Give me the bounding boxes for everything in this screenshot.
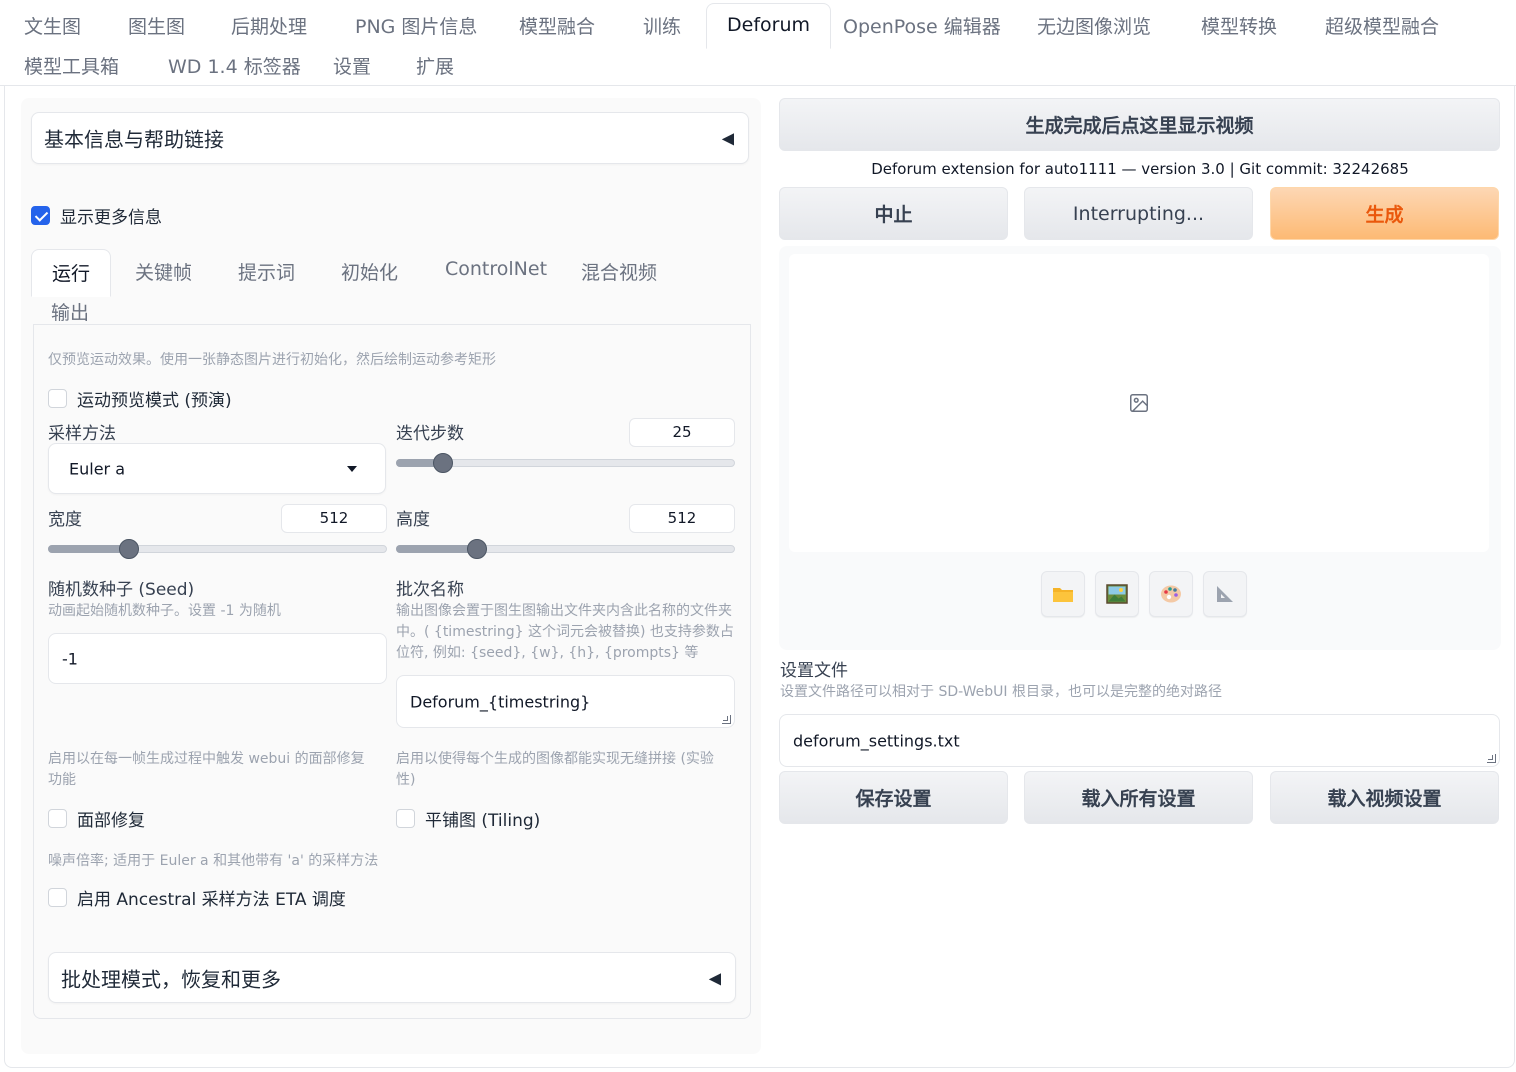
height-label: 高度 [396, 510, 430, 530]
slider-fill [396, 545, 478, 553]
save-settings-button[interactable]: 保存设置 [779, 771, 1008, 824]
subtab-init[interactable]: 初始化 [341, 258, 398, 285]
slider-thumb[interactable] [467, 539, 488, 559]
tiling-label: 平铺图 (Tiling) [425, 811, 541, 831]
checkbox-checked-icon[interactable] [31, 206, 50, 225]
tab-extensions[interactable]: 扩展 [416, 52, 454, 79]
height-number-input[interactable]: 512 [629, 504, 735, 533]
tab-image-browser[interactable]: 无边图像浏览 [1037, 12, 1151, 39]
face-restore-hint: 启用以在每一帧生成过程中触发 webui 的面部修复功能 [48, 751, 365, 788]
settings-file-hint: 设置文件路径可以相对于 SD-WebUI 根目录，也可以是完整的绝对路径 [780, 684, 1222, 700]
motion-preview-checkbox[interactable]: 运动预览模式 (预演) [48, 386, 232, 411]
seed-label: 随机数种子 (Seed) [48, 580, 195, 600]
width-number-input[interactable]: 512 [281, 504, 387, 533]
checkbox-icon[interactable] [48, 389, 67, 408]
interrupt-button[interactable]: Interrupting... [1024, 187, 1253, 240]
face-restore-label: 面部修复 [77, 811, 145, 831]
stop-button[interactable]: 中止 [779, 187, 1008, 240]
chevron-down-icon [347, 465, 357, 472]
batch-name-label: 批次名称 [396, 580, 464, 600]
slider-thumb[interactable] [119, 539, 140, 559]
top-tab-bar: 文生图 图生图 后期处理 PNG 图片信息 模型融合 训练 Deforum Op… [0, 0, 1516, 86]
sampler-value: Euler a [69, 459, 126, 478]
settings-file-label: 设置文件 [780, 661, 848, 681]
resize-handle-icon[interactable] [1487, 754, 1496, 763]
width-label: 宽度 [48, 510, 82, 530]
checkbox-icon[interactable] [48, 809, 67, 828]
subtab-hybrid-video[interactable]: 混合视频 [581, 258, 657, 285]
collapse-arrow-icon: ◀ [708, 968, 721, 987]
deforum-main: 基本信息与帮助链接 ◀ 显示更多信息 运行 关键帧 提示词 初始化 Contro… [4, 86, 1515, 1068]
version-text: Deforum extension for auto1111 — version… [871, 160, 1409, 178]
tab-txt2img[interactable]: 文生图 [24, 12, 81, 39]
seed-value: -1 [62, 649, 78, 668]
image-preview [789, 254, 1489, 552]
seed-input[interactable]: -1 [48, 633, 387, 684]
show-more-info-checkbox[interactable]: 显示更多信息 [31, 203, 162, 228]
tiling-hint: 启用以使得每个生成的图像都能实现无缝拼接 (实验性) [396, 751, 714, 788]
tab-extras[interactable]: 后期处理 [231, 12, 307, 39]
generate-button[interactable]: 生成 [1270, 187, 1499, 240]
palette-icon[interactable] [1149, 571, 1193, 617]
output-gallery [779, 246, 1501, 650]
show-more-info-label: 显示更多信息 [60, 208, 162, 228]
batch-name-value: Deforum_{timestring} [410, 692, 591, 711]
tab-wd14-tagger[interactable]: WD 1.4 标签器 [168, 52, 301, 79]
settings-file-input[interactable]: deforum_settings.txt [779, 714, 1500, 767]
tab-png-info[interactable]: PNG 图片信息 [355, 12, 477, 39]
folder-icon[interactable] [1041, 571, 1085, 617]
subtab-prompts[interactable]: 提示词 [238, 258, 295, 285]
picture-icon[interactable] [1095, 571, 1139, 617]
sampler-dropdown[interactable]: Euler a [48, 443, 386, 494]
tab-super-merger[interactable]: 超级模型融合 [1325, 12, 1439, 39]
tab-checkpoint-merger[interactable]: 模型融合 [519, 12, 595, 39]
image-placeholder-icon [1130, 394, 1148, 412]
subtab-run[interactable]: 运行 [31, 249, 112, 297]
checkbox-icon[interactable] [396, 809, 415, 828]
load-all-settings-button[interactable]: 载入所有设置 [1024, 771, 1253, 824]
eta-schedule-checkbox[interactable]: 启用 Ancestral 采样方法 ETA 调度 [48, 885, 346, 910]
tab-deforum[interactable]: Deforum [706, 3, 831, 49]
tab-settings[interactable]: 设置 [333, 52, 371, 79]
eta-schedule-label: 启用 Ancestral 采样方法 ETA 调度 [77, 890, 346, 910]
height-slider[interactable] [396, 539, 735, 559]
info-accordion[interactable]: 基本信息与帮助链接 ◀ [31, 112, 749, 164]
tab-model-converter[interactable]: 模型转换 [1201, 12, 1277, 39]
batch-name-hint: 输出图像会置于图生图输出文件夹内含此名称的文件夹中。( {timestring}… [396, 603, 734, 661]
sampler-label: 采样方法 [48, 424, 116, 444]
steps-label: 迭代步数 [396, 424, 464, 444]
slider-fill [48, 545, 130, 553]
resize-handle-icon[interactable] [722, 715, 731, 724]
tiling-checkbox[interactable]: 平铺图 (Tiling) [396, 806, 540, 831]
width-slider[interactable] [48, 539, 387, 559]
steps-number-input[interactable]: 25 [629, 418, 735, 447]
checkbox-icon[interactable] [48, 888, 67, 907]
subtab-keyframes[interactable]: 关键帧 [135, 258, 192, 285]
subtab-output[interactable]: 输出 [51, 298, 89, 325]
seed-hint: 动画起始随机数种子。设置 -1 为随机 [48, 603, 281, 619]
run-tab-panel: 仅预览运动效果。使用一张静态图片进行初始化，然后绘制运动参考矩形 运动预览模式 … [33, 324, 751, 1019]
info-accordion-label: 基本信息与帮助链接 [44, 127, 224, 152]
eta-hint: 噪声倍率; 适用于 Euler a 和其他带有 'a' 的采样方法 [48, 853, 379, 869]
motion-preview-hint: 仅预览运动效果。使用一张静态图片进行初始化，然后绘制运动参考矩形 [48, 352, 496, 368]
batch-mode-accordion-label: 批处理模式，恢复和更多 [61, 967, 281, 991]
slider-thumb[interactable] [433, 453, 454, 473]
left-panel: 基本信息与帮助链接 ◀ 显示更多信息 运行 关键帧 提示词 初始化 Contro… [21, 98, 761, 1054]
load-video-settings-button[interactable]: 载入视频设置 [1270, 771, 1499, 824]
tab-openpose-editor[interactable]: OpenPose 编辑器 [843, 12, 1001, 39]
ruler-icon[interactable] [1203, 571, 1247, 617]
tab-train[interactable]: 训练 [643, 12, 681, 39]
motion-preview-label: 运动预览模式 (预演) [77, 391, 232, 411]
face-restore-checkbox[interactable]: 面部修复 [48, 806, 145, 831]
batch-name-input[interactable]: Deforum_{timestring} [396, 675, 735, 728]
tab-img2img[interactable]: 图生图 [128, 12, 185, 39]
collapse-arrow-icon: ◀ [721, 128, 734, 148]
subtab-controlnet[interactable]: ControlNet [445, 258, 547, 280]
tab-model-toolkit[interactable]: 模型工具箱 [24, 52, 119, 79]
show-video-button[interactable]: 生成完成后点这里显示视频 [779, 98, 1500, 151]
settings-file-value: deforum_settings.txt [793, 731, 960, 750]
steps-slider[interactable] [396, 453, 735, 473]
batch-mode-accordion[interactable]: 批处理模式，恢复和更多 ◀ [48, 952, 736, 1003]
